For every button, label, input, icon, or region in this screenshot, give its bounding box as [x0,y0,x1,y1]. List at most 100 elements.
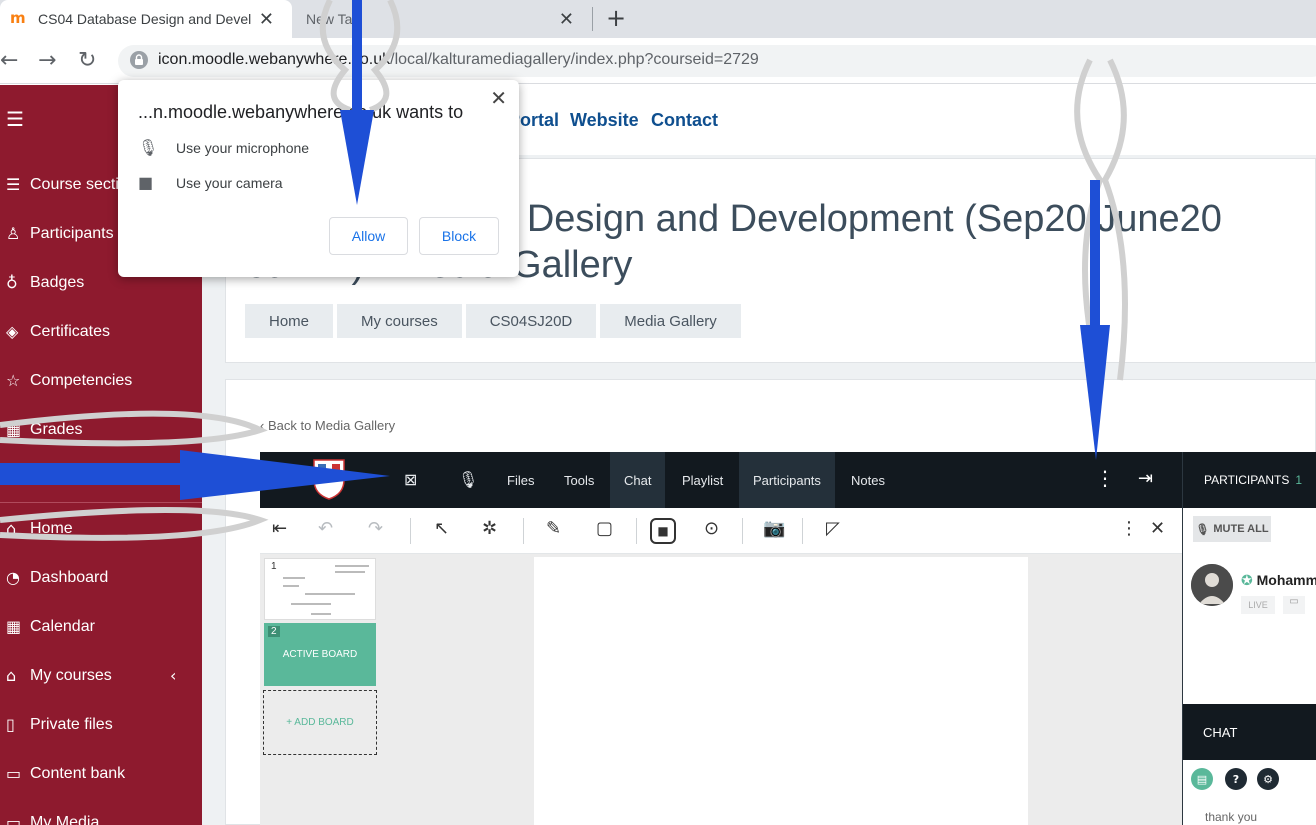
folder-icon: ▭ [6,813,22,825]
participants-header: PARTICIPANTS 1 [1182,452,1316,508]
menu-chat[interactable]: Chat [610,452,666,508]
sidebar-item-competencies[interactable]: ☆ Competencies [6,371,132,390]
sidebar-item-label: Content bank [30,764,126,782]
more-options-icon[interactable]: ⋮ [1095,466,1115,490]
permission-title: ...n.moodle.webanywhere.co.uk wants to [138,102,464,122]
sidebar-item-my-media[interactable]: ▭ My Media [6,813,99,825]
menu-notes[interactable]: Notes [851,452,885,508]
sidebar-item-dashboard[interactable]: ◔ Dashboard [6,568,108,587]
toolbar-divider [523,518,524,544]
stop-icon[interactable]: ■ [650,518,676,544]
new-tab-icon[interactable]: + [606,4,626,32]
badge-icon: ♁ [6,273,18,292]
settings-icon[interactable]: ⚙ [1257,768,1279,790]
chat-notes-icon[interactable]: ▤ [1191,768,1213,790]
sidebar-item-participants[interactable]: ♙ Participants [6,224,114,243]
board-thumbnail-1[interactable]: 1 [264,558,376,620]
back-icon[interactable]: ← [0,48,18,73]
camera-off-icon[interactable]: ⊠ [404,470,417,489]
pointer-icon[interactable]: ↖ [434,518,449,539]
browser-toolbar: ← → ↻ icon.moodle.webanywhere.co.uk/loca… [0,38,1316,84]
close-tab-icon[interactable]: ✕ [559,9,574,30]
board-number: 1 [271,561,277,572]
sidebar-item-home[interactable]: ⌂ Home [6,519,73,538]
participant-name: ✪ Mohammed [1241,572,1316,589]
collapse-panel-icon[interactable]: ⇤ [272,518,287,539]
record-icon[interactable]: ⊙ [704,518,719,539]
block-button[interactable]: Block [419,217,499,255]
nav-contact[interactable]: Contact [651,110,718,131]
breadcrumb-course[interactable]: CS04SJ20D [465,304,597,338]
back-link-label: Back to Media Gallery [267,418,396,433]
sidebar-item-grades[interactable]: ▦ Grades [6,420,82,439]
sidebar-item-label: My courses [30,666,112,684]
tab-new[interactable]: New Ta ✕ [292,0,592,38]
mute-all-button[interactable]: 🎙 MUTE ALL [1193,516,1271,542]
back-to-gallery-link[interactable]: ‹ Back to Media Gallery [260,418,395,433]
clipboard-icon: ▭ [6,764,22,783]
avatar [1191,564,1233,606]
participants-panel: 🎙MUTE ALL ✪ Mohammed LIVE ▭ CHAT ▤ ? ⚙ t… [1182,508,1316,825]
participant-camera-icon[interactable]: ▭ [1283,596,1305,614]
breadcrumb-home[interactable]: Home [245,304,334,338]
whiteboard-canvas[interactable] [534,557,1028,825]
board-number: 2 [268,626,280,637]
sidebar-item-badges[interactable]: ♁ Badges [6,273,84,292]
sidebar-item-label: Participants [30,224,114,242]
sidebar-item-private-files[interactable]: ▯ Private files [6,715,113,734]
tab-title: New Ta [306,11,353,27]
permission-camera: ■ Use your camera [138,173,283,192]
sidebar-item-label: Badges [30,273,85,291]
menu-playlist[interactable]: Playlist [682,452,723,508]
tab-cs04[interactable]: m CS04 Database Design and Devel ✕ [0,0,292,38]
permission-camera-label: Use your camera [176,174,283,191]
sidebar-item-content-bank[interactable]: ▭ Content bank [6,764,125,783]
mic-off-icon[interactable]: 🎙 [458,470,478,489]
permission-microphone: 🎙 Use your microphone [138,138,309,157]
chevron-left-icon[interactable]: ‹ [170,666,176,685]
help-icon[interactable]: ? [1225,768,1247,790]
pencil-icon[interactable]: ✎ [546,518,561,539]
redo-icon[interactable]: ↷ [368,518,383,539]
users-icon: ♙ [6,224,21,243]
toolbar-divider [742,518,743,544]
chat-header[interactable]: CHAT [1183,704,1316,760]
reload-icon[interactable]: ↻ [78,48,96,73]
menu-participants[interactable]: Participants [739,452,835,508]
laser-pointer-icon[interactable]: ✲ [482,518,497,539]
menu-files[interactable]: Files [507,452,534,508]
sidebar-item-my-courses[interactable]: ⌂ My courses [6,666,112,685]
list-icon: ☰ [6,175,21,194]
add-board-button[interactable]: + ADD BOARD [263,690,377,755]
tab-strip: m CS04 Database Design and Devel ✕ New T… [0,0,1316,38]
file-icon: ▯ [6,715,15,734]
dashboard-icon: ◔ [6,568,20,587]
menu-tools[interactable]: Tools [564,452,594,508]
lock-icon[interactable] [130,51,148,69]
breadcrumb-my-courses[interactable]: My courses [337,304,462,338]
breadcrumb-media-gallery[interactable]: Media Gallery [600,304,741,338]
board-thumbnail-2[interactable]: 2 ACTIVE BOARD [264,623,376,686]
hamburger-menu-icon[interactable]: ☰ [6,107,24,132]
address-bar[interactable]: icon.moodle.webanywhere.co.uk/local/kalt… [118,45,1316,77]
allow-button[interactable]: Allow [329,217,408,255]
close-tab-icon[interactable]: ✕ [259,9,274,30]
permission-popup: ...n.moodle.webanywhere.co.uk wants to ✕… [118,80,519,277]
clear-board-icon[interactable]: ◸ [826,518,840,539]
exit-room-icon[interactable]: ⇥ [1138,468,1153,489]
nav-website[interactable]: Website [570,110,639,131]
forward-icon[interactable]: → [38,48,56,73]
sidebar-item-label: Calendar [30,617,95,635]
close-whiteboard-icon[interactable]: ✕ [1150,518,1165,539]
shape-icon[interactable]: ▢ [596,518,613,539]
sidebar-item-calendar[interactable]: ▦ Calendar [6,617,95,636]
close-popup-icon[interactable]: ✕ [490,86,507,110]
sidebar-item-certificates[interactable]: ◈ Certificates [6,322,110,341]
undo-icon[interactable]: ↶ [318,518,333,539]
whiteboard-menu-icon[interactable]: ⋮ [1120,518,1138,539]
url-path: /local/kalturamediagallery/index.php?cou… [390,51,759,68]
sidebar-item-label: Private files [30,715,113,733]
home-icon: ⌂ [6,519,17,538]
permission-microphone-label: Use your microphone [176,139,310,156]
snapshot-camera-icon[interactable]: 📷 [763,518,785,539]
